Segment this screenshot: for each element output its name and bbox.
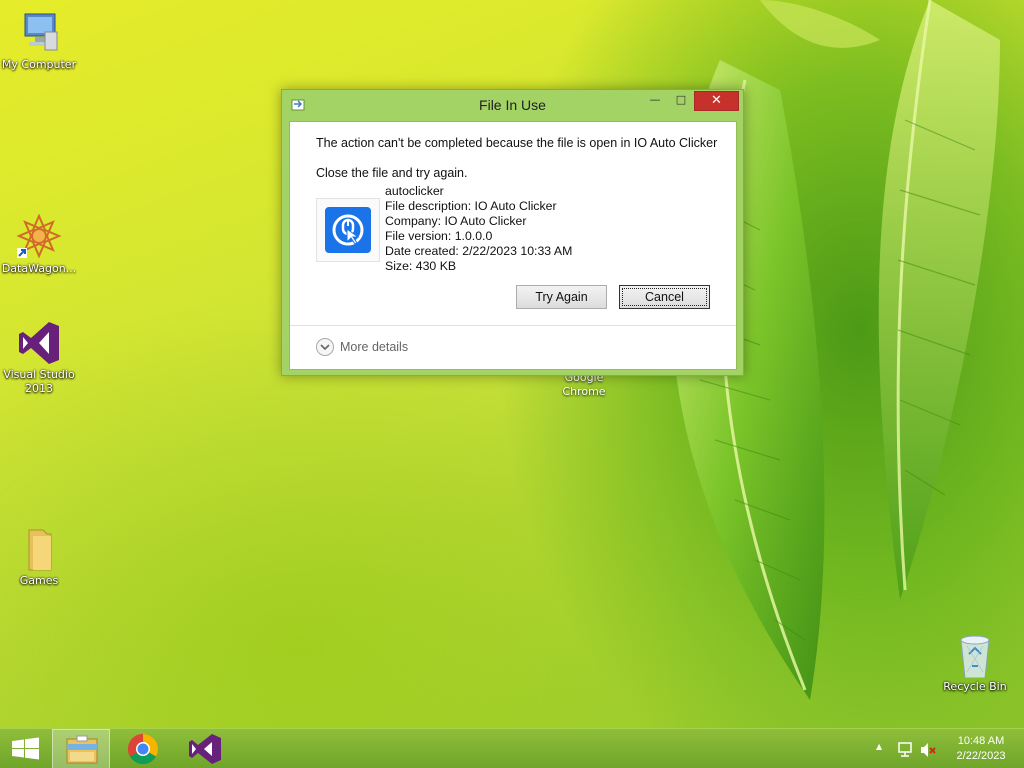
try-again-button[interactable]: Try Again bbox=[516, 285, 607, 309]
recycle-bin-icon bbox=[951, 632, 999, 679]
file-name: autoclicker bbox=[385, 184, 444, 198]
taskbar-visual-studio[interactable] bbox=[176, 729, 234, 768]
desktop-icon-label: DataWagon... bbox=[1, 262, 77, 275]
windows-start-icon bbox=[12, 737, 39, 760]
desktop-icon-visual-studio[interactable]: Visual Studio 2013 bbox=[0, 320, 80, 396]
network-icon[interactable] bbox=[896, 740, 916, 760]
desktop-icon-games[interactable]: Games bbox=[0, 526, 80, 588]
divider bbox=[290, 325, 736, 326]
file-company: Company: IO Auto Clicker bbox=[385, 214, 527, 228]
file-date-created: Date created: 2/22/2023 10:33 AM bbox=[385, 244, 573, 258]
desktop-icon-recycle-bin[interactable]: Recycle Bin bbox=[934, 632, 1016, 694]
desktop-icon-label: Visual Studio 2013 bbox=[3, 368, 75, 395]
start-button[interactable] bbox=[0, 729, 58, 768]
taskbar-file-explorer[interactable] bbox=[52, 729, 110, 768]
taskbar-chrome[interactable] bbox=[114, 729, 172, 768]
chrome-icon bbox=[127, 734, 159, 765]
computer-icon bbox=[15, 10, 63, 56]
error-message: The action can't be completed because th… bbox=[316, 136, 718, 150]
desktop-icon-label: Games bbox=[19, 574, 59, 587]
file-explorer-icon bbox=[66, 735, 98, 764]
dialog-content: The action can't be completed because th… bbox=[289, 121, 737, 370]
maximize-button[interactable]: □ bbox=[668, 91, 694, 111]
cancel-button[interactable]: Cancel bbox=[619, 285, 710, 309]
file-version: File version: 1.0.0.0 bbox=[385, 229, 493, 243]
minimize-button[interactable]: — bbox=[642, 91, 668, 111]
clock-time: 10:48 AM bbox=[957, 735, 1005, 747]
visual-studio-icon bbox=[189, 734, 221, 764]
file-in-use-dialog: File In Use — □ ✕ The action can't be co… bbox=[281, 89, 744, 376]
desktop-icon-label: My Computer bbox=[1, 58, 77, 71]
dialog-titlebar[interactable]: File In Use — □ ✕ bbox=[282, 90, 743, 120]
desktop-icon-label: Recycle Bin bbox=[943, 680, 1007, 693]
folder-icon bbox=[15, 526, 63, 572]
instruction-text: Close the file and try again. bbox=[316, 166, 468, 180]
desktop-icon-datawagon[interactable]: DataWagon... bbox=[0, 213, 80, 276]
chevron-down-icon bbox=[316, 338, 334, 356]
more-details-label: More details bbox=[340, 340, 409, 354]
system-tray: ▲ bbox=[870, 729, 940, 768]
show-hidden-icons-button[interactable]: ▲ bbox=[876, 742, 882, 751]
close-button[interactable]: ✕ bbox=[694, 91, 739, 111]
file-description: File description: IO Auto Clicker bbox=[385, 199, 557, 213]
more-details-toggle[interactable]: More details bbox=[316, 337, 408, 357]
volume-muted-icon[interactable] bbox=[918, 740, 938, 760]
file-info: autoclicker File description: IO Auto Cl… bbox=[385, 184, 572, 274]
taskbar-clock[interactable]: 10:48 AM 2/22/2023 bbox=[940, 734, 1022, 764]
file-size: Size: 430 KB bbox=[385, 259, 457, 273]
visual-studio-icon bbox=[15, 320, 63, 366]
io-auto-clicker-icon bbox=[325, 207, 371, 253]
desktop-icon-my-computer[interactable]: My Computer bbox=[0, 10, 80, 72]
datawagon-icon bbox=[15, 213, 63, 260]
clock-date: 2/22/2023 bbox=[956, 750, 1006, 762]
file-icon-frame bbox=[316, 198, 380, 262]
taskbar: ▲ 10:48 AM 2/22/2023 bbox=[0, 728, 1024, 768]
